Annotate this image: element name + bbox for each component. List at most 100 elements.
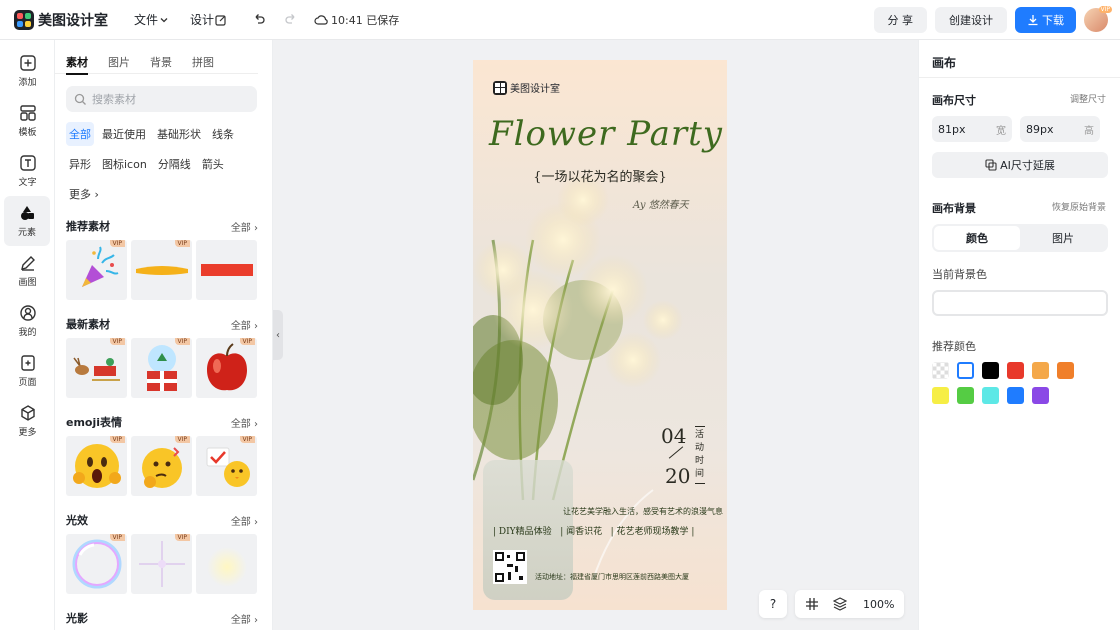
adjust-size-link[interactable]: 调整尺寸 (1070, 92, 1106, 108)
seg-color[interactable]: 颜色 (934, 226, 1020, 250)
qr-code-icon (495, 552, 525, 582)
material-party-popper[interactable]: VIP (66, 240, 127, 300)
download-icon (1028, 15, 1038, 26)
emoji-thinking[interactable]: VIP (131, 436, 192, 496)
seg-image[interactable]: 图片 (1020, 226, 1106, 250)
chevron-down-icon (160, 17, 168, 22)
undo-button[interactable] (248, 9, 270, 31)
tab-material[interactable]: 素材 (66, 54, 88, 75)
download-button[interactable]: 下载 (1015, 7, 1076, 33)
color-swatch[interactable] (1032, 387, 1049, 404)
emoji-chick[interactable]: VIP (196, 436, 257, 496)
search-input[interactable]: 搜索素材 (66, 86, 257, 112)
section-all-link[interactable]: 全部 › (231, 513, 258, 528)
color-swatch[interactable] (982, 387, 999, 404)
width-field[interactable]: 81px 宽 (932, 116, 1012, 142)
section-all-link[interactable]: 全部 › (231, 415, 258, 430)
chip-basic-shapes[interactable]: 基础形状 (154, 122, 204, 146)
material-orange-brush[interactable]: VIP (131, 240, 192, 300)
chip-irregular[interactable]: 异形 (66, 152, 94, 176)
qr-code (493, 550, 527, 584)
color-swatch[interactable] (932, 387, 949, 404)
chip-arrows[interactable]: 箭头 (199, 152, 227, 176)
effect-sparkle[interactable]: VIP (131, 534, 192, 594)
pencil-icon (20, 256, 35, 271)
nav-item-draw[interactable]: 画图 (0, 246, 55, 296)
color-swatch[interactable] (957, 362, 974, 379)
material-apple[interactable]: VIP (196, 338, 257, 398)
nav-item-more[interactable]: 更多 (0, 396, 55, 446)
poster-date-label: 活动时间 (695, 426, 705, 484)
nav-label: 元素 (17, 228, 36, 238)
color-swatch[interactable] (1032, 362, 1049, 379)
restore-bg-link[interactable]: 恢复原始背景 (1052, 200, 1106, 216)
bg-type-toggle: 颜色 图片 (932, 224, 1108, 252)
grid-icon[interactable] (805, 597, 819, 611)
material-red-bar[interactable] (196, 240, 257, 300)
layers-icon[interactable] (833, 597, 847, 611)
nav-item-mine[interactable]: 我的 (0, 296, 55, 346)
apple-icon (206, 343, 247, 391)
poster-canvas[interactable]: 美图设计室 Flower Party {一场以花为名的聚会} Ay 悠然春天 0… (473, 60, 727, 610)
vip-tag: VIP (174, 338, 190, 345)
current-bg-label: 当前背景色 (932, 268, 987, 281)
chip-recent[interactable]: 最近使用 (99, 122, 149, 146)
section-all-link[interactable]: 全部 › (231, 611, 258, 626)
chip-dividers[interactable]: 分隔线 (155, 152, 194, 176)
nav-item-text[interactable]: 文字 (0, 146, 55, 196)
all-label: 全部 (230, 418, 251, 430)
tab-image[interactable]: 图片 (108, 54, 130, 74)
color-swatch[interactable] (1007, 362, 1024, 379)
page-add-icon (20, 355, 35, 371)
tab-collage[interactable]: 拼图 (192, 54, 214, 74)
plus-square-icon (19, 55, 36, 71)
chip-lines[interactable]: 线条 (209, 122, 237, 146)
chip-icons[interactable]: 图标icon (99, 152, 150, 176)
app-logo[interactable]: 美图设计室 (14, 9, 108, 30)
chip-all[interactable]: 全部 (66, 122, 94, 146)
current-bg-color-field[interactable] (932, 290, 1108, 316)
nav-label: 更多 (18, 428, 37, 438)
help-button[interactable]: ? (759, 590, 787, 618)
redo-button[interactable] (280, 9, 302, 31)
template-icon (19, 105, 36, 121)
section-all-link[interactable]: 全部 › (231, 317, 258, 332)
recommend-colors-label: 推荐颜色 (932, 340, 976, 353)
save-status-text: 10:41 已保存 (331, 13, 400, 27)
snow-globe-gift-icon (146, 345, 177, 391)
create-design-button[interactable]: 创建设计 (935, 7, 1007, 33)
ai-extend-button[interactable]: AI尺寸延展 (932, 152, 1108, 178)
width-value: 81px (938, 122, 966, 136)
nav-item-template[interactable]: 模板 (0, 96, 55, 146)
section-all-link[interactable]: 全部 › (231, 219, 258, 234)
avatar[interactable]: VIP (1084, 6, 1112, 32)
chip-more[interactable]: 更多 › (66, 182, 102, 206)
color-swatch[interactable] (932, 362, 949, 379)
elements-panel: 素材 图片 背景 拼图 搜索素材 全部 最近使用 基础形状 线条 异形 图标ic… (55, 40, 273, 630)
nav-item-page[interactable]: 页面 (0, 346, 55, 396)
nav-item-add[interactable]: 添加 (0, 46, 55, 96)
design-menu[interactable]: 设计 (190, 11, 228, 28)
vip-badge: VIP (1098, 6, 1112, 13)
material-snow-globe[interactable]: VIP (131, 338, 192, 398)
file-menu[interactable]: 文件 (134, 11, 170, 28)
tab-background[interactable]: 背景 (150, 54, 172, 74)
effect-glow[interactable] (196, 534, 257, 594)
chip-more-label: 更多 (69, 188, 91, 201)
nav-item-elements[interactable]: 元素 (4, 196, 50, 246)
color-swatch[interactable] (982, 362, 999, 379)
color-swatch[interactable] (1007, 387, 1024, 404)
chick-emoji-icon (206, 447, 250, 487)
canvas-size-label: 画布尺寸 (932, 94, 976, 107)
vip-tag: VIP (109, 240, 125, 247)
download-label: 下载 (1042, 14, 1064, 27)
share-button[interactable]: 分 享 (873, 7, 927, 33)
height-field[interactable]: 89px 高 (1020, 116, 1100, 142)
width-unit: 宽 (996, 125, 1006, 137)
material-sleigh[interactable]: VIP (66, 338, 127, 398)
color-swatch[interactable] (1057, 362, 1074, 379)
zoom-level[interactable]: 100% (863, 598, 894, 611)
emoji-shocked[interactable]: VIP (66, 436, 127, 496)
effect-bubble[interactable]: VIP (66, 534, 127, 594)
color-swatch[interactable] (957, 387, 974, 404)
